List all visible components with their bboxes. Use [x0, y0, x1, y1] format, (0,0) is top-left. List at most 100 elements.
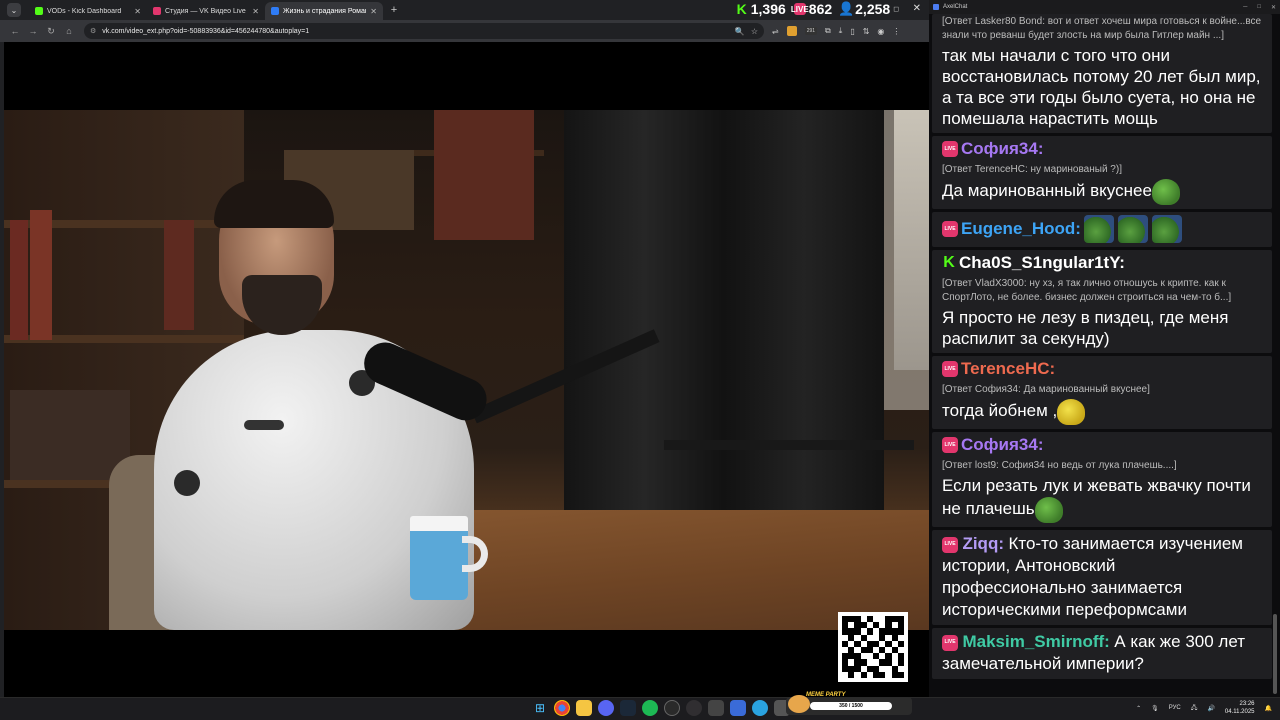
- window-close-icon[interactable]: ✕: [913, 3, 921, 14]
- menu-icon[interactable]: ⇅: [863, 27, 870, 36]
- chevron-up-icon[interactable]: ⌃: [1136, 705, 1141, 712]
- network-icon[interactable]: 🖧: [1191, 703, 1198, 713]
- chat-message: K Cha0S_S1ngular1tY: [Ответ VladX3000: н…: [932, 250, 1272, 353]
- eagle-emblem: [174, 470, 200, 496]
- extension-icon[interactable]: ⇌: [772, 27, 779, 36]
- username[interactable]: Eugene_Hood:: [961, 219, 1081, 239]
- download-icon[interactable]: ⤓: [839, 26, 843, 36]
- chat-message: LIVE София34: [Ответ TerenceHC: ну марин…: [932, 136, 1272, 209]
- app-icon[interactable]: [664, 700, 680, 716]
- chat-message: LIVE TerenceHC: [Ответ София34: Да марин…: [932, 356, 1272, 429]
- zoom-icon[interactable]: 🔍: [735, 27, 745, 36]
- close-icon[interactable]: ✕: [1271, 4, 1276, 11]
- maximize-icon[interactable]: □: [1257, 4, 1261, 11]
- scrollbar-thumb[interactable]: [1273, 614, 1277, 694]
- chat-message: [Ответ Lasker80 Bond: вот и ответ хочеш …: [932, 14, 1272, 133]
- system-tray: ⌃ 🎙 РУС 🖧 🔊 23:26 04.11.2025 🔔: [1136, 700, 1272, 716]
- address-bar[interactable]: ⚙ vk.com/video_ext.php?oid=-50883936&id=…: [84, 23, 764, 39]
- spotify-icon[interactable]: [642, 700, 658, 716]
- pepe-emote-icon: [1151, 179, 1180, 205]
- chat-titlebar: AxelChat ─ □ ✕: [929, 0, 1280, 14]
- reload-icon[interactable]: ↻: [42, 26, 60, 37]
- chat-message: LIVE Ziqq: Кто-то занимается изучением и…: [932, 530, 1272, 625]
- username[interactable]: TerenceHC:: [961, 359, 1055, 379]
- sidebar-icon[interactable]: ▯: [850, 27, 854, 36]
- volume-icon[interactable]: 🔊: [1207, 705, 1214, 712]
- kick-favicon-icon: [35, 7, 43, 15]
- tab-vk-studio[interactable]: Студия — VK Видео Live ✕: [147, 2, 265, 20]
- tab-close-icon[interactable]: ✕: [252, 7, 259, 16]
- vk-favicon-icon: [271, 7, 279, 15]
- bookmark-star-icon[interactable]: ☆: [751, 27, 758, 36]
- vk-live-badge-icon: LIVE: [942, 361, 958, 377]
- vk-live-badge-icon: LIVE: [942, 221, 958, 237]
- chat-scrollbar[interactable]: [1272, 14, 1278, 697]
- mic-arm: [664, 440, 914, 450]
- extension-badge-icon[interactable]: 291: [804, 27, 818, 35]
- back-icon[interactable]: ←: [6, 26, 24, 36]
- total-viewer-count: 👤 2,258 ◻: [838, 1, 899, 17]
- site-info-icon[interactable]: ⚙: [90, 27, 96, 35]
- username[interactable]: София34:: [961, 435, 1043, 455]
- video-player[interactable]: [4, 42, 929, 697]
- new-tab-button[interactable]: +: [387, 4, 401, 16]
- person-hair: [214, 180, 334, 228]
- video-frame[interactable]: [4, 110, 929, 630]
- message-line: Да маринованный вкуснее: [942, 179, 1264, 205]
- lang-indicator[interactable]: РУС: [1169, 705, 1181, 711]
- message-text: Я просто не лезу в пиздец, где меня расп…: [942, 308, 1229, 348]
- mic-icon[interactable]: 🎙: [1151, 705, 1159, 712]
- tab-close-icon[interactable]: ✕: [370, 7, 377, 16]
- total-viewers-value: 2,258: [855, 1, 891, 17]
- media-icon[interactable]: [730, 700, 746, 716]
- forward-icon[interactable]: →: [24, 26, 42, 36]
- steam-icon[interactable]: [620, 700, 636, 716]
- username[interactable]: Maksim_Smirnoff:: [962, 632, 1109, 651]
- tab-kick-dashboard[interactable]: VODs - Kick Dashboard ✕: [29, 2, 147, 20]
- chrome-icon[interactable]: [554, 700, 570, 716]
- explorer-icon[interactable]: [576, 700, 592, 716]
- window: [894, 110, 929, 370]
- message-header: LIVE София34:: [942, 139, 1264, 159]
- tab-close-icon[interactable]: ✕: [134, 7, 141, 16]
- qr-code: [838, 612, 908, 682]
- kebab-menu-icon[interactable]: ⋮: [892, 27, 900, 36]
- chat-messages[interactable]: [Ответ Lasker80 Bond: вот и ответ хочеш …: [932, 14, 1272, 697]
- discord-icon[interactable]: [598, 700, 614, 716]
- extension-icon[interactable]: [786, 26, 797, 36]
- kick-logo-icon: K: [736, 1, 747, 17]
- reply-quote: [Ответ София34: Да маринованный вкуснее]: [942, 384, 1150, 395]
- browser-window: ⌄ VODs - Kick Dashboard ✕ Студия — VK Ви…: [0, 0, 929, 697]
- message-text: Да маринованный вкуснее: [942, 181, 1152, 201]
- telegram-icon[interactable]: [752, 700, 768, 716]
- minimize-icon[interactable]: ─: [1243, 4, 1247, 11]
- username[interactable]: Ziqq:: [962, 534, 1004, 553]
- tab-vk-video[interactable]: Жизнь и страдания Романов ✕: [265, 2, 383, 20]
- kick-viewers-value: 1,396: [750, 1, 786, 17]
- reply-quote: [Ответ lost9: София34 но ведь от лука пл…: [942, 460, 1177, 471]
- obs-icon[interactable]: [686, 700, 702, 716]
- book: [10, 220, 28, 340]
- username[interactable]: София34:: [961, 139, 1043, 159]
- vk-live-badge-icon: LIVE: [942, 536, 958, 553]
- pepe-emote-icon: [1034, 497, 1063, 523]
- kick-viewer-count: K 1,396: [736, 1, 786, 17]
- windows-start-icon[interactable]: ⊞: [532, 700, 548, 716]
- viewer-stats: K 1,396 LIVE 862 👤 2,258 ◻: [736, 0, 899, 18]
- message-header: LIVE София34:: [942, 435, 1264, 455]
- vk-live-badge-icon: LIVE: [942, 437, 958, 453]
- tab-search-icon[interactable]: ⌄: [7, 3, 21, 17]
- message-line: Если резать лук и жевать жвачку почти не…: [942, 475, 1264, 523]
- puzzle-icon[interactable]: ⧉: [825, 26, 831, 36]
- url-text: vk.com/video_ext.php?oid=-50883936&id=45…: [102, 27, 310, 35]
- profile-icon[interactable]: ◉: [877, 27, 884, 36]
- notifications-icon[interactable]: 🔔: [1265, 705, 1272, 712]
- reply-quote: [Ответ TerenceHC: ну маринованый ?)]: [942, 164, 1122, 175]
- app-icon[interactable]: [708, 700, 724, 716]
- username[interactable]: Cha0S_S1ngular1tY:: [959, 253, 1125, 273]
- mug: [410, 516, 468, 600]
- home-icon[interactable]: ⌂: [60, 26, 78, 36]
- embroidery: [244, 420, 284, 430]
- clock[interactable]: 23:26 04.11.2025: [1225, 700, 1255, 716]
- reply-quote: [Ответ VladX3000: ну хз, я так лично отн…: [942, 278, 1232, 303]
